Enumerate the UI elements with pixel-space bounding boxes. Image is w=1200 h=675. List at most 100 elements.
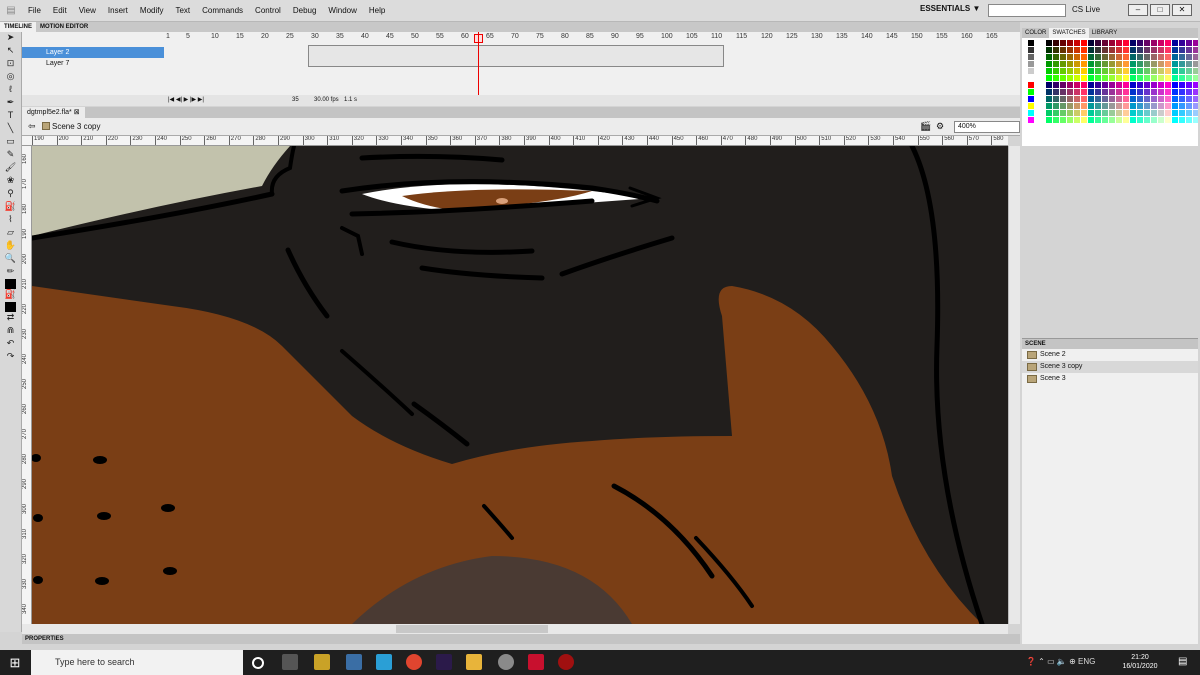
swatch[interactable] [1067,68,1073,74]
swatch[interactable] [1081,82,1087,88]
swatch[interactable] [1179,61,1185,67]
swatch[interactable] [1179,75,1185,81]
swatch[interactable] [1186,103,1192,109]
swatch[interactable] [1123,61,1129,67]
windows-start-icon[interactable]: ⊞ [0,650,30,675]
swatch[interactable] [1067,89,1073,95]
swatch[interactable] [1130,61,1136,67]
swatch[interactable] [1116,110,1122,116]
app-icon[interactable] [346,654,362,670]
cortana-icon[interactable] [252,657,264,669]
swatch[interactable] [1102,47,1108,53]
swatch[interactable] [1137,82,1143,88]
swatch[interactable] [1053,117,1059,123]
swatch[interactable] [1081,40,1087,46]
lasso-tool-icon[interactable]: ℓ [0,84,21,97]
swatch[interactable] [1130,54,1136,60]
swatch[interactable] [1151,40,1157,46]
swatch[interactable] [1088,68,1094,74]
document-tab[interactable]: dgtmpl5e2.fla* ⊠ [22,107,85,118]
swatch[interactable] [1137,54,1143,60]
scene-item[interactable]: Scene 3 copy [1022,361,1198,373]
chrome-icon[interactable] [406,654,422,670]
swatch[interactable] [1046,96,1052,102]
taskbar-clock[interactable]: 21:20 16/01/2020 [1120,653,1160,671]
swatch[interactable] [1158,75,1164,81]
swatch[interactable] [1067,61,1073,67]
swatch[interactable] [1053,103,1059,109]
swatch[interactable] [1081,89,1087,95]
swatch[interactable] [1172,117,1178,123]
swatch[interactable] [1151,54,1157,60]
swatch[interactable] [1060,96,1066,102]
swatch[interactable] [1186,110,1192,116]
swatch[interactable] [1046,110,1052,116]
swatch[interactable] [1151,82,1157,88]
swatch[interactable] [1158,117,1164,123]
swatch[interactable] [1028,103,1034,109]
back-arrow-icon[interactable]: ⇦ [28,121,36,132]
fill-swatch[interactable] [5,302,16,312]
swatch[interactable] [1046,117,1052,123]
playback-controls[interactable]: |◀ ◀| ▶ |▶ ▶| [168,95,204,106]
menu-file[interactable]: File [22,0,47,22]
file-explorer-icon[interactable] [466,654,482,670]
smooth-icon[interactable]: ↶ [0,338,21,351]
swatch[interactable] [1144,103,1150,109]
swatch[interactable] [1144,47,1150,53]
swatch[interactable] [1137,75,1143,81]
swatch[interactable] [1053,54,1059,60]
swatch[interactable] [1116,68,1122,74]
swatch[interactable] [1130,75,1136,81]
swatch[interactable] [1165,82,1171,88]
line-tool-icon[interactable]: ╲ [0,123,21,136]
swatch[interactable] [1186,89,1192,95]
swatch[interactable] [1088,110,1094,116]
swatch[interactable] [1116,40,1122,46]
swatch[interactable] [1158,54,1164,60]
swatch[interactable] [1074,96,1080,102]
frame-rate[interactable]: 30.00 fps [314,95,339,106]
swatch[interactable] [1130,89,1136,95]
swatch[interactable] [1193,82,1199,88]
swatch[interactable] [1193,117,1199,123]
swatch[interactable] [1193,110,1199,116]
swatch[interactable] [1158,103,1164,109]
swatch[interactable] [1074,47,1080,53]
swatch[interactable] [1102,110,1108,116]
swatch[interactable] [1123,89,1129,95]
swatch[interactable] [1081,68,1087,74]
swatch[interactable] [1116,117,1122,123]
swatch[interactable] [1123,68,1129,74]
swatch[interactable] [1151,110,1157,116]
swatch[interactable] [1060,82,1066,88]
swatch[interactable] [1116,47,1122,53]
swatch[interactable] [1028,117,1034,123]
swatch[interactable] [1137,89,1143,95]
swatch[interactable] [1088,40,1094,46]
swatch[interactable] [1067,54,1073,60]
swatch[interactable] [1193,103,1199,109]
swatch[interactable] [1123,96,1129,102]
swatch[interactable] [1074,103,1080,109]
swatch[interactable] [1137,47,1143,53]
swatch[interactable] [1046,68,1052,74]
swatch[interactable] [1102,68,1108,74]
swatch[interactable] [1081,54,1087,60]
swatch[interactable] [1144,96,1150,102]
swatch[interactable] [1151,89,1157,95]
swatch[interactable] [1179,54,1185,60]
swatch[interactable] [1074,61,1080,67]
swatch[interactable] [1102,40,1108,46]
swatch[interactable] [1109,47,1115,53]
swatch[interactable] [1028,54,1034,60]
swatch[interactable] [1165,117,1171,123]
swatch[interactable] [1172,54,1178,60]
swatch[interactable] [1193,96,1199,102]
swatch[interactable] [1123,103,1129,109]
layer-row[interactable]: Layer 2 [22,47,164,58]
swatch[interactable] [1116,89,1122,95]
swatch[interactable] [1028,47,1034,53]
close-tab-icon[interactable]: ⊠ [74,109,80,116]
cs-live-button[interactable]: CS Live [1072,5,1100,14]
